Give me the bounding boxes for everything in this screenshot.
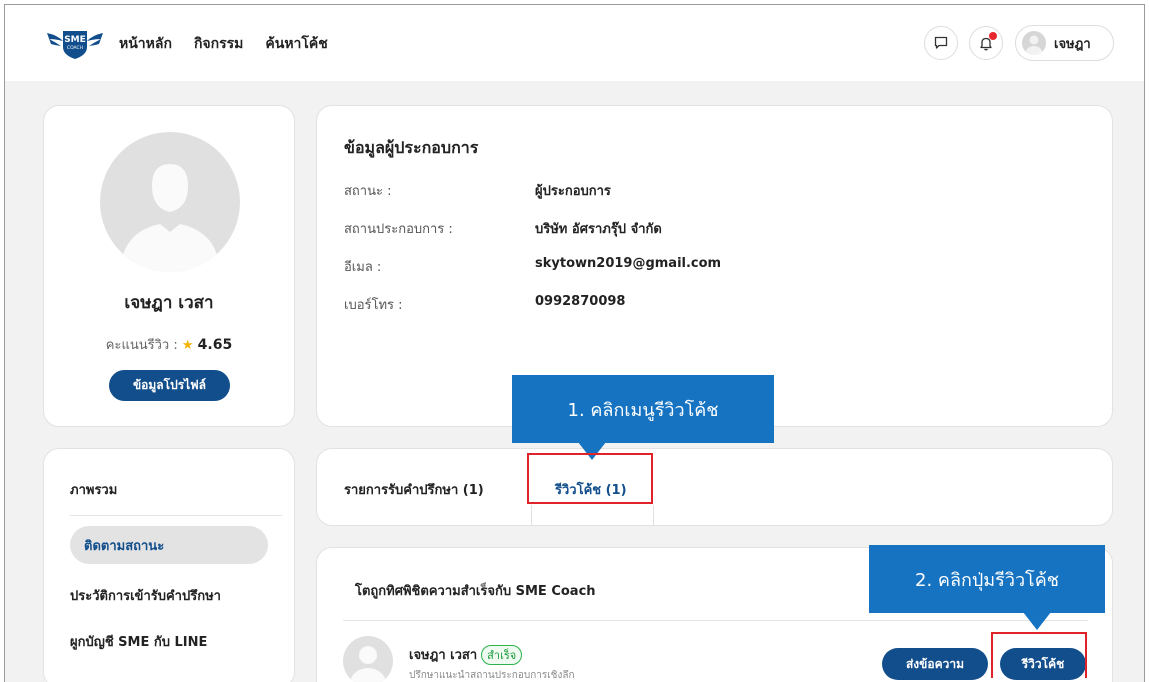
highlight-review-button [991, 632, 1087, 678]
review-score-label: คะแนนรีวิว : [105, 338, 178, 353]
coach-name-row: เจษฎา เวสา สำเร็จ [409, 644, 523, 665]
sidebar-item-track-status[interactable]: ติดตามสถานะ [70, 526, 268, 564]
sidebar-menu: ภาพรวม ติดตามสถานะ ประวัติการเข้ารับคำปร… [43, 448, 295, 682]
nav-home[interactable]: หน้าหลัก [119, 33, 172, 55]
review-score: คะแนนรีวิว : ★ 4.65 [44, 334, 294, 355]
info-value: บริษัท อัศราภรุ๊ป จำกัด [535, 222, 662, 237]
info-label: เบอร์โทร : [344, 298, 403, 313]
profile-name: เจษฎา เวสา [124, 293, 214, 313]
info-label: อีเมล : [344, 260, 382, 275]
notification-button[interactable] [969, 26, 1003, 60]
profile-avatar [100, 132, 240, 272]
chat-bubble-icon [934, 36, 948, 49]
coach-section-title: โตถูกทิศพิชิตความสำเร็จกับ SME Coach [355, 584, 596, 599]
sidebar-heading: ภาพรวม [70, 483, 118, 498]
nav-find-coach[interactable]: ค้นหาโค้ช [265, 33, 327, 55]
coach-name: เจษฎา เวสา [409, 648, 478, 663]
user-name: เจษฎา [1054, 36, 1091, 52]
sme-coach-logo[interactable]: SME COACH [45, 25, 105, 61]
info-value: skytown2019@gmail.com [535, 256, 722, 271]
sidebar-divider [70, 515, 282, 516]
user-menu[interactable]: เจษฎา [1015, 25, 1114, 61]
info-title: ข้อมูลผู้ประกอบการ [344, 138, 479, 157]
logo-subtext: COACH [67, 45, 83, 51]
coach-divider [343, 620, 1088, 621]
status-badge: สำเร็จ [481, 644, 523, 665]
coach-description: ปรึกษาแนะนำสถานประกอบการเชิงลึก [409, 670, 575, 681]
profile-card: เจษฎา เวสา คะแนนรีวิว : ★ 4.65 ข้อมูลโปร… [43, 105, 295, 427]
info-value: 0992870098 [535, 294, 626, 309]
info-label: สถานประกอบการ : [344, 222, 453, 237]
nav-activities[interactable]: กิจกรรม [194, 33, 243, 55]
chat-button[interactable] [924, 26, 958, 60]
send-message-button[interactable]: ส่งข้อความ [882, 648, 988, 680]
tab-bar: รายการรับคำปรึกษา (1) รีวิวโค้ช (1) [316, 448, 1113, 526]
profile-info-button[interactable]: ข้อมูลโปรไฟล์ [109, 370, 230, 401]
review-score-value: 4.65 [197, 337, 233, 353]
notification-dot [989, 32, 997, 40]
coach-avatar [343, 636, 393, 682]
sidebar-item-consult-history[interactable]: ประวัติการเข้ารับคำปรึกษา [70, 585, 221, 606]
highlight-review-tab [527, 453, 653, 504]
main-nav: หน้าหลัก กิจกรรม ค้นหาโค้ช [119, 33, 328, 55]
tab-consult-list[interactable]: รายการรับคำปรึกษา (1) [344, 479, 484, 500]
annotation-step-2: 2. คลิกปุ่มรีวิวโค้ช [869, 545, 1105, 613]
annotation-step-1: 1. คลิกเมนูรีวิวโค้ช [512, 375, 774, 443]
info-value: ผู้ประกอบการ [535, 184, 611, 199]
sidebar-item-link-line[interactable]: ผูกบัญชี SME กับ LINE [70, 631, 207, 652]
annotation-arrow-2 [1023, 612, 1051, 630]
logo-text: SME [64, 35, 86, 45]
top-navbar: SME COACH หน้าหลัก กิจกรรม ค้นหาโค้ช เจษ… [5, 5, 1144, 81]
star-icon: ★ [181, 338, 194, 353]
tab-active-indicator [531, 505, 654, 526]
user-avatar [1022, 31, 1046, 55]
info-label: สถานะ : [344, 184, 392, 199]
